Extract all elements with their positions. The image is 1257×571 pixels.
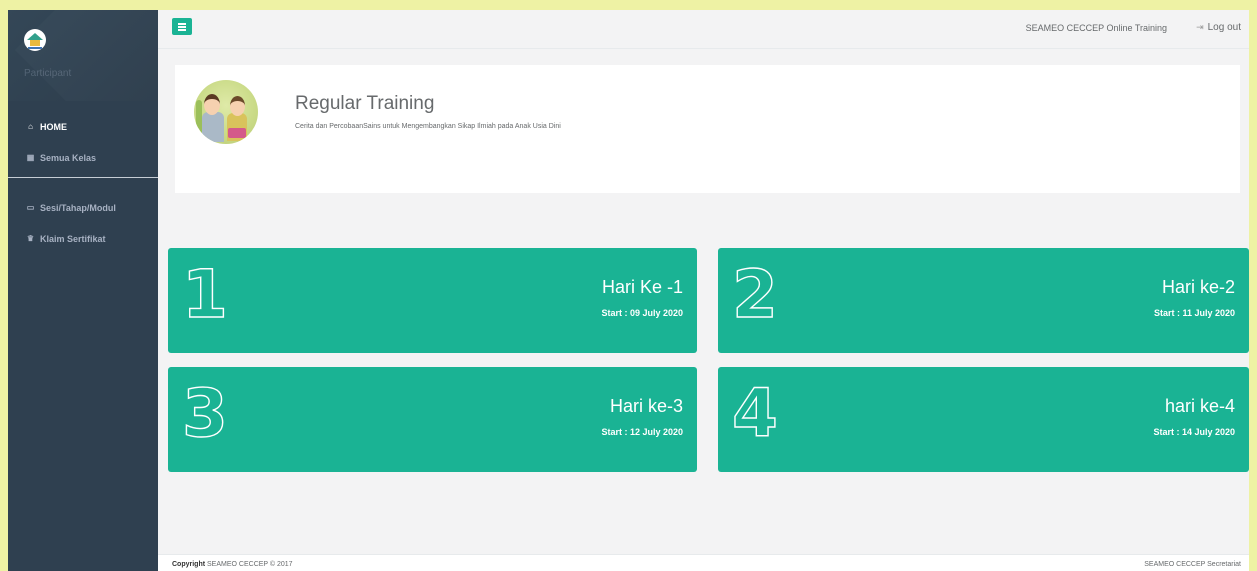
sidebar-item-label: HOME — [40, 121, 67, 132]
page-subtitle: Cerita dan PercobaanSains untuk Mengemba… — [295, 123, 561, 130]
sidebar-item-home[interactable]: ⌂ HOME — [8, 111, 158, 142]
trophy-icon: ♛ — [26, 234, 35, 243]
day-tile-2[interactable]: 2 Hari ke-2 Start : 11 July 2020 — [718, 248, 1249, 353]
page-title: Regular Training — [295, 93, 435, 114]
day-start-date: Start : 11 July 2020 — [1153, 308, 1235, 318]
day-number: 3 — [181, 375, 228, 452]
sidebar-item-sesi[interactable]: ▭ Sesi/Tahap/Modul — [8, 192, 158, 223]
sidebar-item-semua-kelas[interactable]: ▦ Semua Kelas — [8, 142, 158, 173]
training-header-card: Regular Training Cerita dan PercobaanSai… — [175, 65, 1240, 193]
logout-link[interactable]: ⇥ Log out — [1196, 22, 1241, 33]
user-role: Participant — [24, 68, 72, 79]
sidebar-nav-main: ⌂ HOME ▦ Semua Kelas — [8, 111, 158, 173]
day-tile-4[interactable]: 4 hari ke-4 Start : 14 July 2020 — [718, 367, 1249, 472]
day-title: Hari ke-3 — [609, 396, 683, 416]
sidebar: Participant ⌂ HOME ▦ Semua Kelas ▭ Sesi/… — [8, 10, 158, 571]
copyright-label: Copyright — [172, 561, 206, 568]
day-number: 2 — [731, 256, 778, 333]
home-icon: ⌂ — [28, 122, 33, 131]
day-title: hari ke-4 — [1164, 396, 1235, 416]
day-title: Hari ke-2 — [1161, 277, 1235, 297]
day-number: 1 — [181, 256, 228, 333]
day-start-date: Start : 09 July 2020 — [601, 308, 683, 318]
sidebar-nav-secondary: ▭ Sesi/Tahap/Modul ♛ Klaim Sertifikat — [8, 192, 158, 254]
logout-label: Log out — [1207, 22, 1241, 33]
sidebar-item-label: Klaim Sertifikat — [40, 233, 106, 244]
footer-copyright: Copyright SEAMEO CECCEP © 2017 — [172, 561, 293, 568]
seameo-logo[interactable] — [24, 29, 46, 51]
top-navbar: SEAMEO CECCEP Online Training ⇥ Log out — [158, 10, 1249, 49]
page-footer: Copyright SEAMEO CECCEP © 2017 SEAMEO CE… — [158, 554, 1249, 571]
day-number: 4 — [731, 375, 778, 452]
calendar-icon: ▦ — [26, 153, 35, 162]
footer-secretariat: SEAMEO CECCEP Secretariat — [1144, 561, 1241, 568]
sidebar-divider — [8, 177, 158, 178]
menu-toggle-button[interactable] — [172, 18, 192, 35]
copyright-text: SEAMEO CECCEP © 2017 — [207, 561, 293, 568]
site-name: SEAMEO CECCEP Online Training — [1025, 23, 1167, 33]
sidebar-item-klaim-sertifikat[interactable]: ♛ Klaim Sertifikat — [8, 223, 158, 254]
sidebar-profile: Participant — [8, 10, 158, 101]
training-avatar — [194, 80, 258, 144]
day-tile-1[interactable]: 1 Hari Ke -1 Start : 09 July 2020 — [168, 248, 697, 353]
folder-icon: ▭ — [26, 203, 35, 212]
day-title: Hari Ke -1 — [601, 277, 683, 297]
day-tile-3[interactable]: 3 Hari ke-3 Start : 12 July 2020 — [168, 367, 697, 472]
day-start-date: Start : 14 July 2020 — [1153, 427, 1235, 437]
sidebar-item-label: Semua Kelas — [40, 152, 97, 163]
sign-out-icon: ⇥ — [1196, 22, 1204, 32]
day-start-date: Start : 12 July 2020 — [601, 427, 683, 437]
sidebar-item-label: Sesi/Tahap/Modul — [40, 202, 116, 213]
app-window: Participant ⌂ HOME ▦ Semua Kelas ▭ Sesi/… — [8, 10, 1249, 571]
